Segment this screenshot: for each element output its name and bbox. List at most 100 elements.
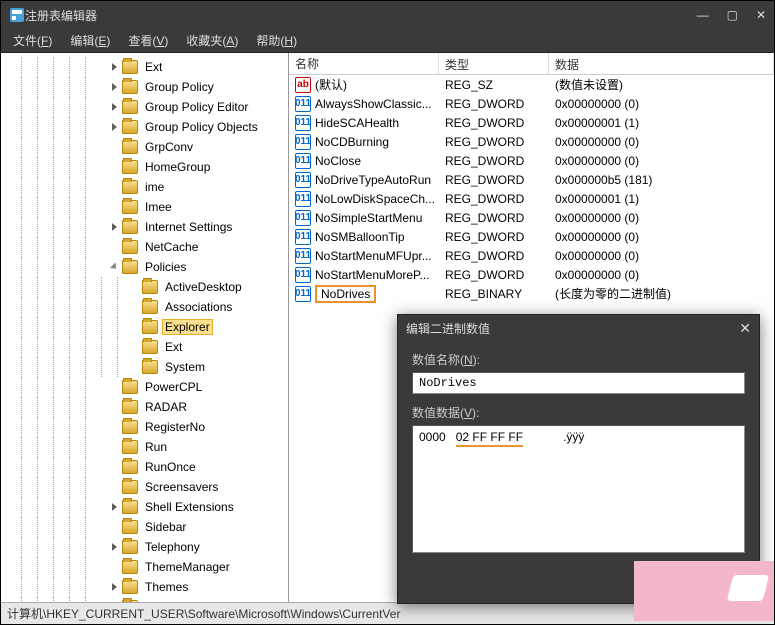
binary-value-icon: 011 (295, 267, 311, 283)
tree-node[interactable]: HomeGroup (1, 157, 288, 177)
tree-node[interactable]: NetCache (1, 237, 288, 257)
value-row[interactable]: 011NoStartMenuMoreP...REG_DWORD0x0000000… (289, 265, 774, 284)
tree-spacer (129, 282, 140, 293)
expand-icon[interactable] (109, 542, 120, 553)
menu-e[interactable]: 编辑(E) (62, 30, 118, 51)
value-type: REG_DWORD (439, 192, 549, 206)
tree-node[interactable]: Ext (1, 337, 288, 357)
tree-node[interactable]: Internet Settings (1, 217, 288, 237)
tree-node[interactable]: Group Policy Editor (1, 97, 288, 117)
col-data[interactable]: 数据 (549, 53, 774, 74)
tree-spacer (109, 242, 120, 253)
value-type: REG_DWORD (439, 135, 549, 149)
binary-value-icon: 011 (295, 172, 311, 188)
tree-node[interactable]: Screensavers (1, 477, 288, 497)
tree-node[interactable]: Imee (1, 197, 288, 217)
value-row[interactable]: 011NoCDBurningREG_DWORD0x00000000 (0) (289, 132, 774, 151)
tree-spacer (109, 402, 120, 413)
binary-value-icon: 011 (295, 286, 311, 302)
menu-v[interactable]: 查看(V) (120, 30, 176, 51)
value-row[interactable]: 011NoDriveTypeAutoRunREG_DWORD0x000000b5… (289, 170, 774, 189)
hex-editor[interactable]: 0000 02 FF FF FF .ÿÿÿ (412, 425, 745, 553)
tree-node[interactable]: Themes (1, 577, 288, 597)
tree-spacer (109, 562, 120, 573)
folder-icon (122, 580, 138, 594)
menu-a[interactable]: 收藏夹(A) (178, 30, 246, 51)
maximize-button[interactable]: ▢ (727, 8, 738, 22)
tree-node[interactable]: ActiveDesktop (1, 277, 288, 297)
list-header[interactable]: 名称 类型 数据 (289, 53, 774, 75)
tree-node[interactable]: Shell Extensions (1, 497, 288, 517)
window-title: 注册表编辑器 (25, 7, 697, 24)
value-name-input[interactable] (412, 372, 745, 394)
tree-spacer (109, 442, 120, 453)
tree-node[interactable]: PowerCPL (1, 377, 288, 397)
expand-icon[interactable] (109, 122, 120, 133)
value-row[interactable]: 011AlwaysShowClassic...REG_DWORD0x000000… (289, 94, 774, 113)
value-data-label: 数值数据(V): (412, 404, 745, 421)
tree-label: Ext (162, 339, 185, 355)
value-row[interactable]: ab(默认)REG_SZ(数值未设置) (289, 75, 774, 94)
folder-icon (122, 420, 138, 434)
value-row[interactable]: 011NoCloseREG_DWORD0x00000000 (0) (289, 151, 774, 170)
folder-icon (122, 180, 138, 194)
tree-label: RunOnce (142, 459, 199, 475)
value-data: 0x00000000 (0) (549, 230, 774, 244)
tree-spacer (109, 522, 120, 533)
tree-node[interactable]: ime (1, 177, 288, 197)
value-data: 0x00000000 (0) (549, 97, 774, 111)
tree-node[interactable]: ThemeManager (1, 557, 288, 577)
tree-label: NetCache (142, 239, 201, 255)
folder-icon (122, 240, 138, 254)
tree-node[interactable]: Telephony (1, 537, 288, 557)
value-row[interactable]: 011NoSimpleStartMenuREG_DWORD0x00000000 … (289, 208, 774, 227)
tree-node[interactable]: Explorer (1, 317, 288, 337)
value-row[interactable]: 011NoStartMenuMFUpr...REG_DWORD0x0000000… (289, 246, 774, 265)
menu-f[interactable]: 文件(F) (5, 30, 60, 51)
tree-node[interactable]: Run (1, 437, 288, 457)
tree-label: Internet Settings (142, 219, 235, 235)
col-name[interactable]: 名称 (289, 53, 439, 74)
minimize-button[interactable]: — (697, 8, 709, 22)
tree-node[interactable]: System (1, 357, 288, 377)
folder-icon (122, 140, 138, 154)
expand-icon[interactable] (109, 502, 120, 513)
expand-icon[interactable] (109, 222, 120, 233)
value-name: NoSimpleStartMenu (315, 211, 422, 225)
value-data: 0x00000001 (1) (549, 192, 774, 206)
tree-node[interactable]: GrpConv (1, 137, 288, 157)
tree-node[interactable]: Group Policy (1, 77, 288, 97)
value-row[interactable]: 011NoLowDiskSpaceCh...REG_DWORD0x0000000… (289, 189, 774, 208)
value-data: 0x00000000 (0) (549, 211, 774, 225)
tree-node[interactable]: Associations (1, 297, 288, 317)
tree-node[interactable]: Group Policy Objects (1, 117, 288, 137)
expand-icon[interactable] (109, 582, 120, 593)
tree-node[interactable]: RunOnce (1, 457, 288, 477)
value-name: AlwaysShowClassic... (315, 97, 432, 111)
value-row[interactable]: 011NoDrivesREG_BINARY(长度为零的二进制值) (289, 284, 774, 303)
tree-spacer (109, 602, 120, 603)
tree-pane[interactable]: ExtGroup PolicyGroup Policy EditorGroup … (1, 53, 289, 602)
close-button[interactable]: ✕ (756, 8, 766, 22)
value-data: (数值未设置) (549, 76, 774, 93)
value-row[interactable]: 011HideSCAHealthREG_DWORD0x00000001 (1) (289, 113, 774, 132)
tree-node[interactable]: RegisterNo (1, 417, 288, 437)
collapse-icon[interactable] (109, 262, 120, 273)
expand-icon[interactable] (109, 62, 120, 73)
tree-node[interactable]: RADAR (1, 397, 288, 417)
folder-icon (122, 560, 138, 574)
tree-node[interactable]: Uninstall (1, 597, 288, 602)
expand-icon[interactable] (109, 102, 120, 113)
tree-node[interactable]: Policies (1, 257, 288, 277)
tree-node[interactable]: Ext (1, 57, 288, 77)
col-type[interactable]: 类型 (439, 53, 549, 74)
value-data: 0x00000000 (0) (549, 268, 774, 282)
menu-h[interactable]: 帮助(H) (248, 30, 305, 51)
tree-node[interactable]: Sidebar (1, 517, 288, 537)
tree-label: Explorer (162, 319, 213, 335)
value-row[interactable]: 011NoSMBalloonTipREG_DWORD0x00000000 (0) (289, 227, 774, 246)
titlebar: 注册表编辑器 — ▢ ✕ (1, 1, 774, 29)
dialog-close-button[interactable]: ✕ (739, 320, 751, 337)
folder-icon (122, 160, 138, 174)
expand-icon[interactable] (109, 82, 120, 93)
